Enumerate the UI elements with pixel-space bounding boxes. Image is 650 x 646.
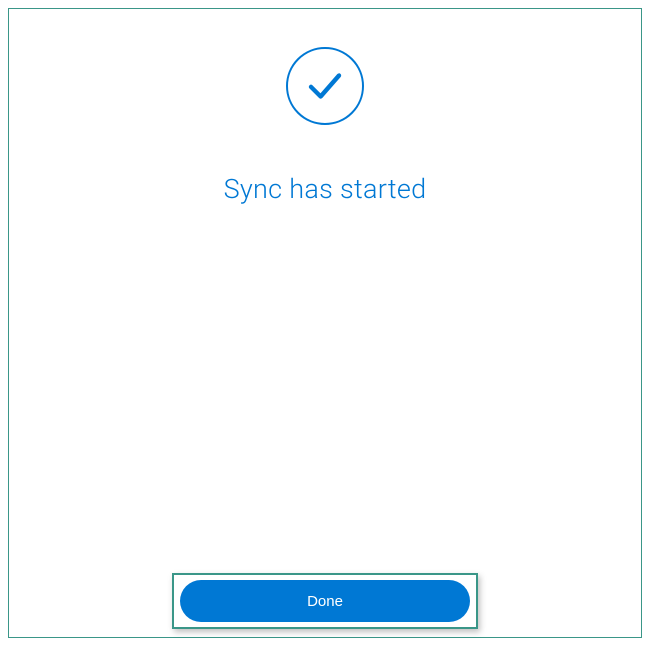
- app-frame: Sync has started Done: [8, 8, 642, 638]
- sync-confirmation-screen: Sync has started Done: [155, 9, 495, 637]
- done-button[interactable]: Done: [180, 580, 470, 622]
- sync-status-title: Sync has started: [224, 173, 427, 205]
- done-button-highlight: Done: [172, 573, 478, 629]
- checkmark-icon: [286, 47, 364, 125]
